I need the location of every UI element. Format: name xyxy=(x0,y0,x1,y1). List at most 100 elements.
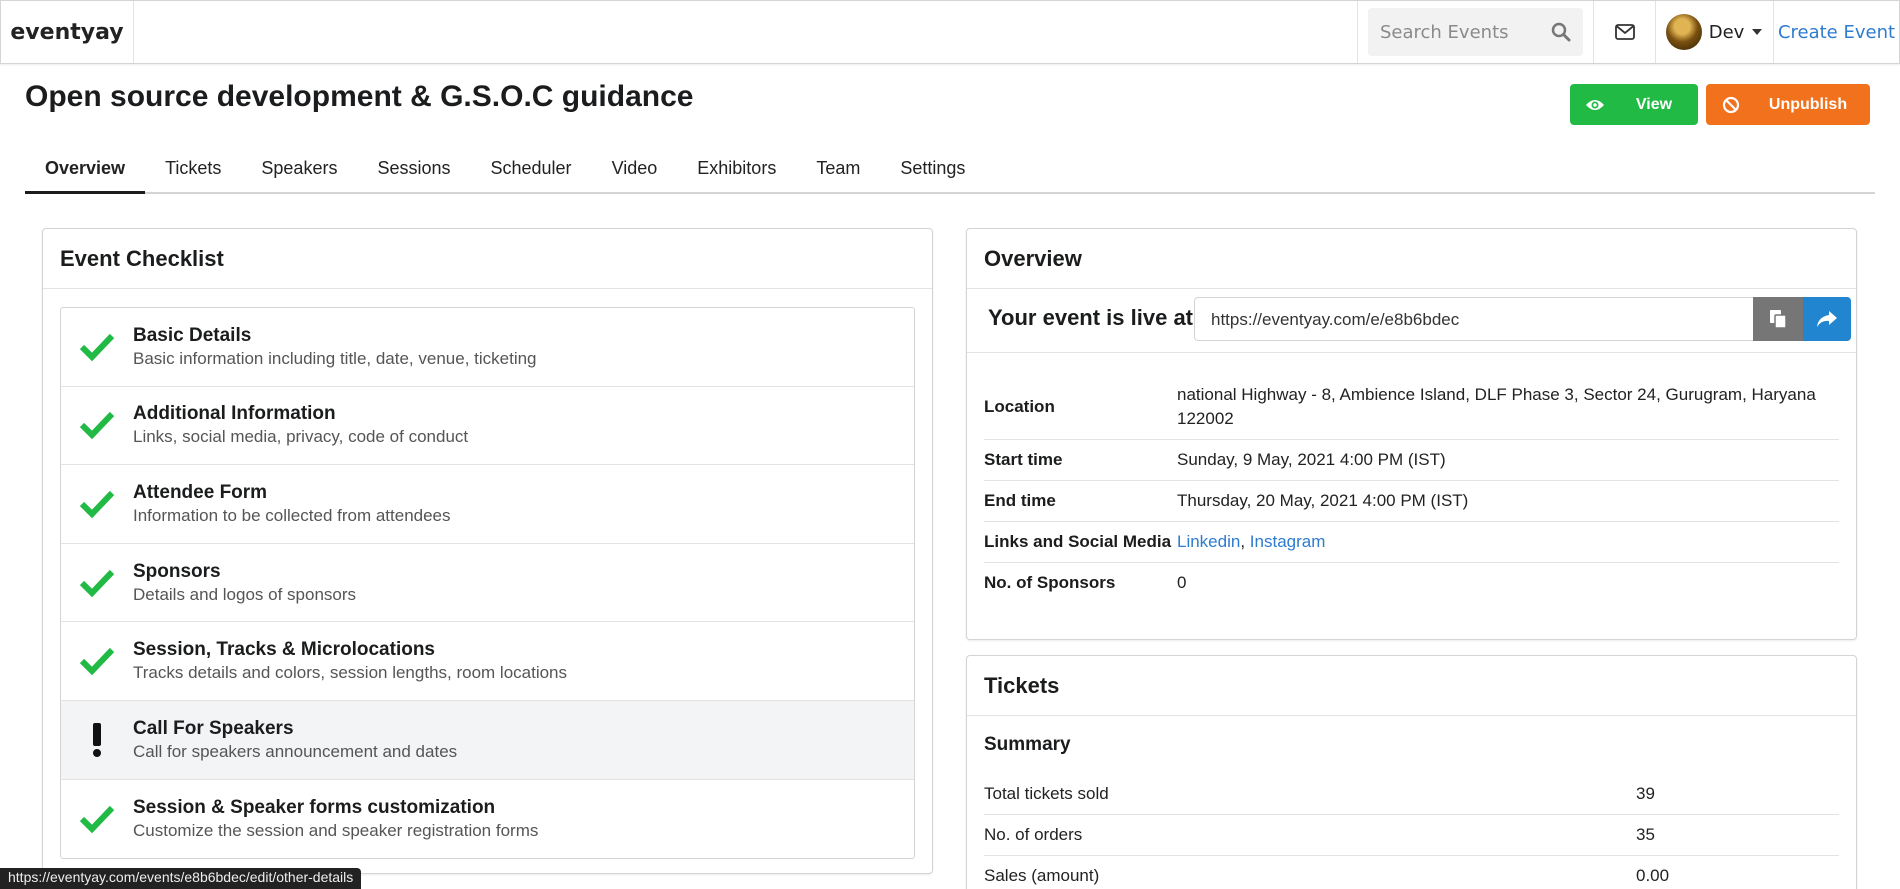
tickets-card: Tickets Summary Total tickets sold 39 No… xyxy=(966,655,1857,889)
info-key: Start time xyxy=(984,450,1063,469)
overview-title: Overview xyxy=(967,229,1856,289)
ticket-stat-value: 0.00 xyxy=(1636,866,1670,885)
info-value: national Highway - 8, Ambience Island, D… xyxy=(1177,385,1816,428)
messages-button[interactable] xyxy=(1593,1,1655,63)
checklist-item-title: Session, Tracks & Microlocations xyxy=(133,639,435,661)
checklist-item-forms-customization[interactable]: Session & Speaker forms customization Cu… xyxy=(61,780,914,859)
info-key: Location xyxy=(984,397,1055,416)
info-row-end-time: End time Thursday, 20 May, 2021 4:00 PM … xyxy=(984,481,1839,522)
unpublish-button-label: Unpublish xyxy=(1768,95,1848,113)
checklist-item-title: Additional Information xyxy=(133,403,336,425)
info-value: Linkedin, Instagram xyxy=(1177,530,1839,554)
checklist-item-desc: Customize the session and speaker regist… xyxy=(133,820,539,840)
table-row: No. of orders 35 xyxy=(984,815,1839,856)
live-label: Your event is live at xyxy=(988,305,1194,330)
checklist-item-sponsors[interactable]: Sponsors Details and logos of sponsors xyxy=(61,544,914,623)
tab-exhibitors[interactable]: Exhibitors xyxy=(677,150,796,194)
exclamation-icon xyxy=(61,722,133,758)
tab-video[interactable]: Video xyxy=(592,150,678,194)
info-value: Sunday, 9 May, 2021 4:00 PM (IST) xyxy=(1177,450,1446,469)
checklist-item-additional-information[interactable]: Additional Information Links, social med… xyxy=(61,387,914,466)
page-title: Open source development & G.S.O.C guidan… xyxy=(25,80,694,113)
avatar xyxy=(1666,14,1702,50)
user-menu[interactable]: Dev xyxy=(1655,1,1773,63)
check-icon xyxy=(61,804,133,834)
view-button-label: View xyxy=(1635,95,1673,113)
info-key: No. of Sponsors xyxy=(984,573,1116,592)
search-input[interactable] xyxy=(1380,21,1551,43)
checklist-item-desc: Links, social media, privacy, code of co… xyxy=(133,427,469,447)
checklist-item-title: Session & Speaker forms customization xyxy=(133,796,496,818)
share-icon xyxy=(1817,311,1837,327)
ticket-stat-label: No. of orders xyxy=(984,825,1083,844)
live-url-row: Your event is live at https://eventyay.c… xyxy=(967,297,1856,353)
checklist-item-title: Call For Speakers xyxy=(133,717,294,739)
status-bar-url: https://eventyay.com/events/e8b6bdec/edi… xyxy=(0,868,362,889)
checklist-item-title: Basic Details xyxy=(133,324,252,346)
eye-icon xyxy=(1570,98,1620,112)
caret-down-icon xyxy=(1752,29,1762,35)
info-key: Links and Social Media xyxy=(984,532,1172,551)
info-row-sponsors: No. of Sponsors 0 xyxy=(984,563,1839,603)
tab-speakers[interactable]: Speakers xyxy=(241,150,357,194)
link-separator: , xyxy=(1240,532,1246,551)
ticket-stat-label: Total tickets sold xyxy=(984,784,1109,803)
copy-icon xyxy=(1770,310,1787,329)
unpublish-button[interactable]: Unpublish xyxy=(1706,84,1870,125)
check-icon xyxy=(61,646,133,676)
info-row-location: Location national Highway - 8, Ambience … xyxy=(984,375,1839,440)
tab-settings[interactable]: Settings xyxy=(880,150,985,194)
checklist-item-call-for-speakers[interactable]: Call For Speakers Call for speakers anno… xyxy=(61,700,914,780)
tab-overview[interactable]: Overview xyxy=(25,150,146,194)
search-box xyxy=(1368,8,1583,56)
event-url-field[interactable]: https://eventyay.com/e/e8b6bdec xyxy=(1194,297,1754,341)
search-icon[interactable] xyxy=(1551,22,1571,42)
ticket-stat-value: 39 xyxy=(1636,784,1655,803)
top-navbar: eventyay Dev Create Event xyxy=(0,0,1900,64)
checklist-item-desc: Details and logos of sponsors xyxy=(133,584,357,604)
event-checklist-card: Event Checklist Basic Details Basic info… xyxy=(42,228,933,874)
user-name: Dev xyxy=(1708,21,1745,43)
copy-button[interactable] xyxy=(1753,297,1803,341)
ticket-stat-label: Sales (amount) xyxy=(984,866,1100,885)
tab-team[interactable]: Team xyxy=(796,150,880,194)
table-row: Sales (amount) 0.00 xyxy=(984,856,1839,889)
view-button[interactable]: View xyxy=(1570,84,1698,125)
info-row-links: Links and Social Media Linkedin, Instagr… xyxy=(984,522,1839,563)
check-icon xyxy=(61,489,133,519)
check-icon xyxy=(61,332,133,362)
checklist-item-desc: Tracks details and colors, session lengt… xyxy=(133,663,568,683)
checklist-item-desc: Information to be collected from attende… xyxy=(133,505,451,525)
summary-heading: Summary xyxy=(984,734,1071,755)
info-value: 0 xyxy=(1177,573,1187,592)
create-event-link[interactable]: Create Event xyxy=(1773,1,1899,63)
checklist-item-title: Sponsors xyxy=(133,560,221,582)
tickets-title: Tickets xyxy=(967,656,1856,716)
brand-logo[interactable]: eventyay xyxy=(1,1,134,63)
checklist-items: Basic Details Basic information includin… xyxy=(60,307,915,860)
checklist-item-desc: Basic information including title, date,… xyxy=(133,348,537,368)
event-tabs: Overview Tickets Speakers Sessions Sched… xyxy=(25,150,1875,194)
mail-icon xyxy=(1614,24,1635,40)
overview-card: Overview Your event is live at https://e… xyxy=(966,228,1857,640)
instagram-link[interactable]: Instagram xyxy=(1250,530,1326,554)
tickets-summary-table: Total tickets sold 39 No. of orders 35 S… xyxy=(984,774,1839,889)
navbar-spacer xyxy=(134,1,1357,63)
ticket-stat-value: 35 xyxy=(1636,825,1655,844)
info-key: End time xyxy=(984,491,1056,510)
checklist-title: Event Checklist xyxy=(43,229,932,289)
checklist-item-title: Attendee Form xyxy=(133,481,268,503)
check-icon xyxy=(61,410,133,440)
checklist-item-basic-details[interactable]: Basic Details Basic information includin… xyxy=(61,308,914,387)
checklist-item-sessions-tracks[interactable]: Session, Tracks & Microlocations Tracks … xyxy=(61,622,914,701)
tab-scheduler[interactable]: Scheduler xyxy=(471,150,592,194)
check-icon xyxy=(61,568,133,598)
tab-tickets[interactable]: Tickets xyxy=(145,150,241,194)
event-info-table: Location national Highway - 8, Ambience … xyxy=(984,375,1839,603)
checklist-item-desc: Call for speakers announcement and dates xyxy=(133,741,458,761)
checklist-item-attendee-form[interactable]: Attendee Form Information to be collecte… xyxy=(61,465,914,544)
tab-sessions[interactable]: Sessions xyxy=(357,150,470,194)
search-container xyxy=(1357,1,1593,63)
share-button[interactable] xyxy=(1803,297,1851,341)
linkedin-link[interactable]: Linkedin xyxy=(1177,530,1240,554)
